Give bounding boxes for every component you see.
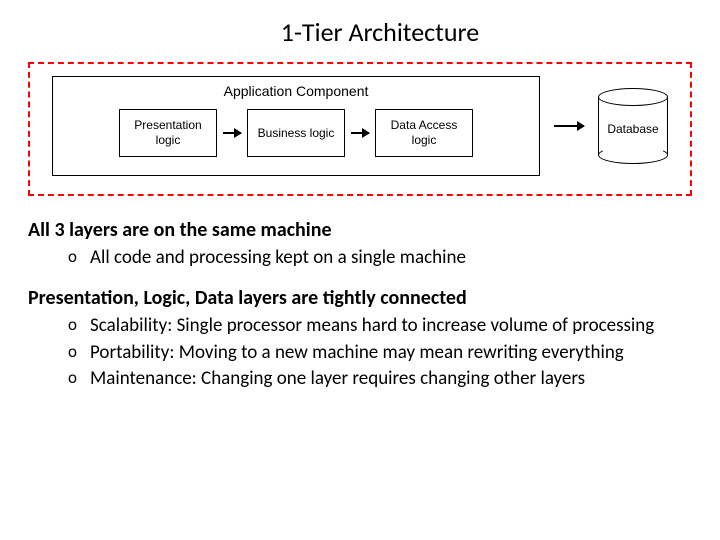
business-logic-box: Business logic bbox=[247, 109, 345, 157]
architecture-diagram: Application Component Presentation logic… bbox=[52, 76, 668, 176]
arrow-icon bbox=[223, 132, 241, 134]
list-item: Scalability: Single processor means hard… bbox=[68, 314, 692, 338]
presentation-logic-box: Presentation logic bbox=[119, 109, 217, 157]
logic-row: Presentation logic Business logic Data A… bbox=[67, 109, 525, 157]
data-access-logic-box: Data Access logic bbox=[375, 109, 473, 157]
diagram-container: Application Component Presentation logic… bbox=[28, 62, 692, 196]
page-title: 1-Tier Architecture bbox=[68, 16, 692, 48]
section-1: All 3 layers are on the same machine All… bbox=[28, 218, 692, 270]
bullet-list: Scalability: Single processor means hard… bbox=[28, 314, 692, 391]
arrow-icon bbox=[351, 132, 369, 134]
database-label: Database bbox=[607, 122, 658, 136]
application-component-label: Application Component bbox=[67, 83, 525, 99]
list-item: Maintenance: Changing one layer requires… bbox=[68, 367, 692, 391]
section-heading: All 3 layers are on the same machine bbox=[28, 218, 692, 242]
database-cylinder-icon: Database bbox=[598, 88, 668, 164]
list-item: All code and processing kept on a single… bbox=[68, 246, 692, 270]
arrow-icon bbox=[554, 125, 584, 127]
section-2: Presentation, Logic, Data layers are tig… bbox=[28, 286, 692, 391]
section-heading: Presentation, Logic, Data layers are tig… bbox=[28, 286, 692, 310]
bullet-list: All code and processing kept on a single… bbox=[28, 246, 692, 270]
application-component-box: Application Component Presentation logic… bbox=[52, 76, 540, 176]
list-item: Portability: Moving to a new machine may… bbox=[68, 341, 692, 365]
